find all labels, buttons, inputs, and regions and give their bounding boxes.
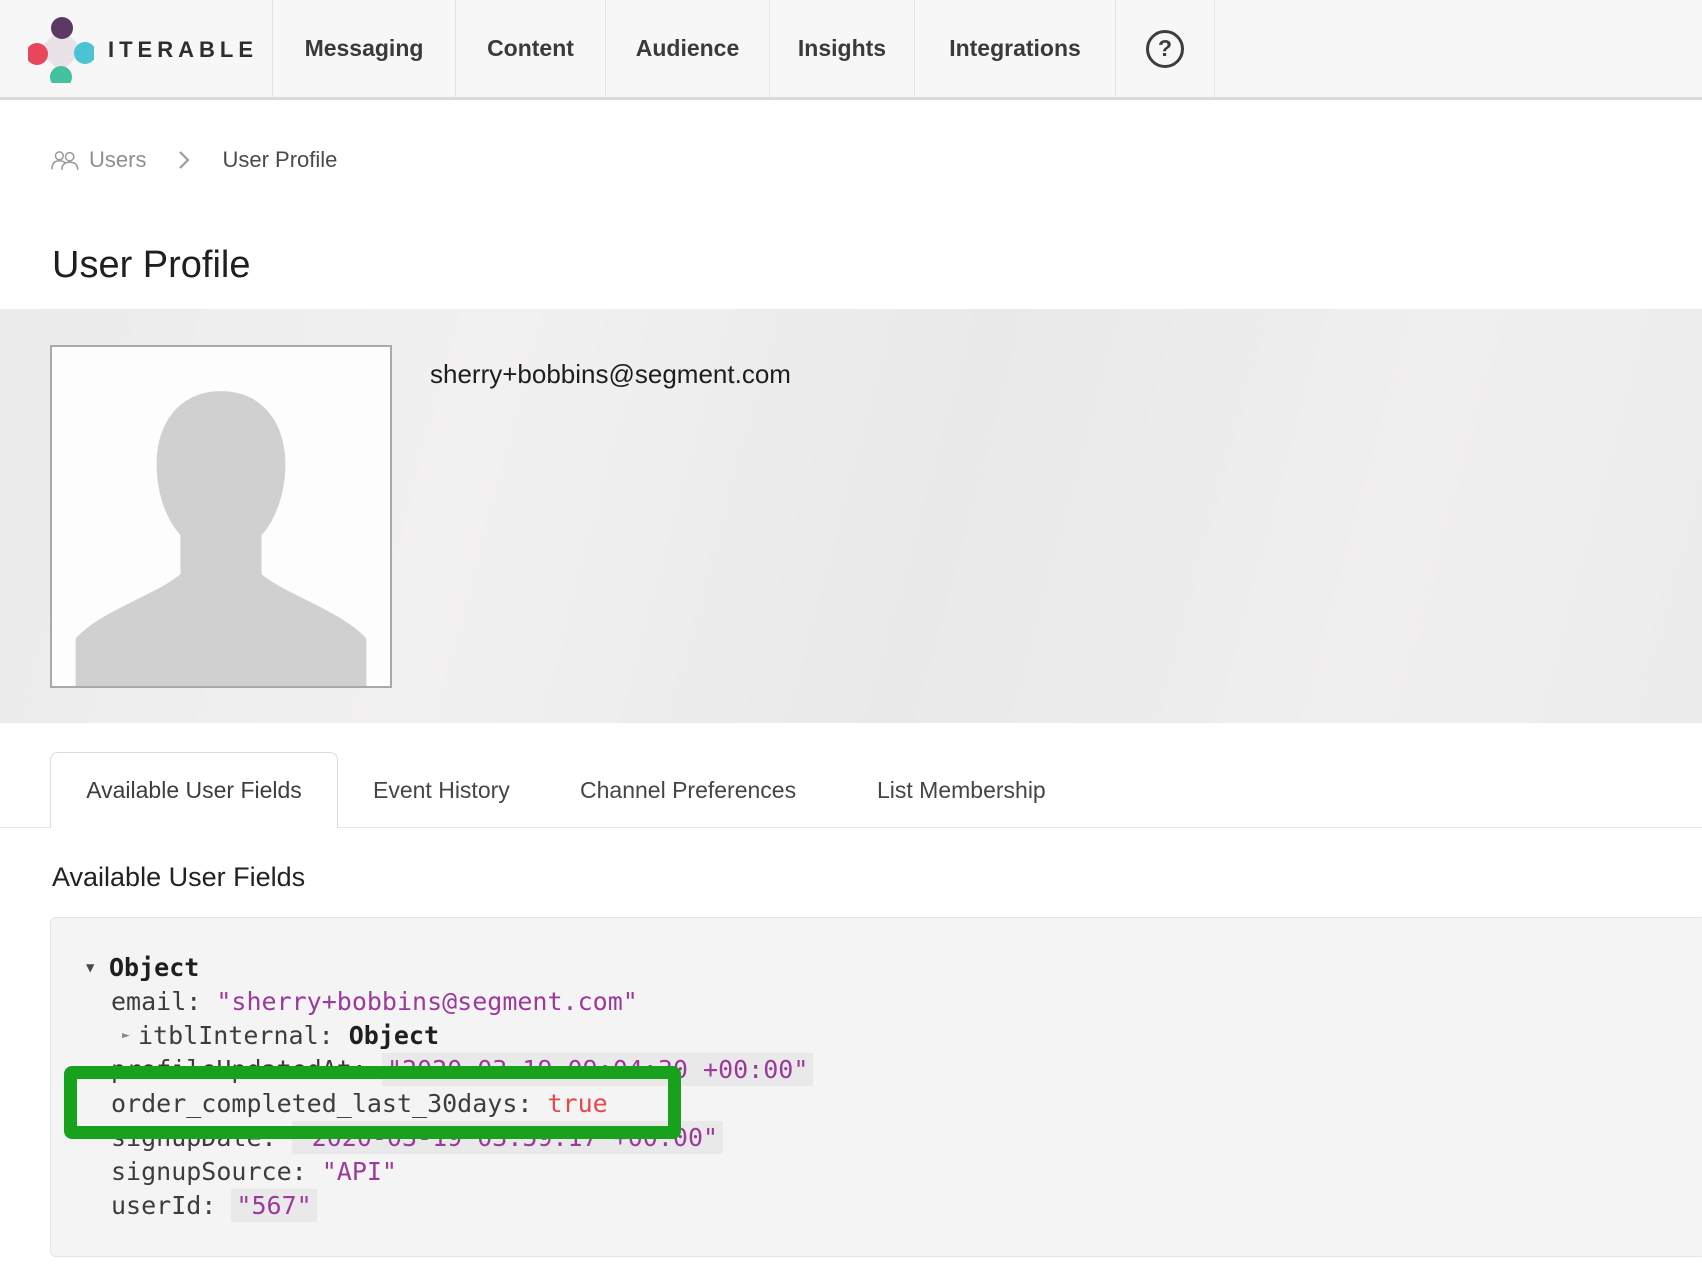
field-row: order_completed_last_30days: true (51, 1087, 1702, 1121)
breadcrumb-users-link[interactable]: Users (50, 147, 146, 173)
nav-item-audience[interactable]: Audience (605, 0, 769, 97)
field-key: email: (111, 987, 216, 1016)
section-heading: Available User Fields (52, 862, 305, 893)
nav-item-messaging[interactable]: Messaging (272, 0, 455, 97)
top-nav: ITERABLE MessagingContentAudienceInsight… (0, 0, 1702, 100)
field-key: itblInternal: (138, 1021, 349, 1050)
users-icon (50, 148, 80, 172)
field-key: profileUpdatedAt: (111, 1055, 382, 1084)
field-value: "2020-03-19 09:04:30 +00:00" (382, 1053, 813, 1086)
field-value: "sherry+bobbins@segment.com" (216, 987, 637, 1016)
expand-triangle-icon[interactable]: ► (122, 1019, 130, 1053)
profile-hero: sherry+bobbins@segment.com (0, 309, 1702, 723)
field-value: Object (349, 1021, 439, 1050)
field-value: true (548, 1089, 608, 1118)
field-key: order_completed_last_30days: (111, 1089, 548, 1118)
profile-email: sherry+bobbins@segment.com (430, 359, 791, 390)
tab-event-history[interactable]: Event History (373, 752, 510, 828)
help-button[interactable]: ? (1115, 0, 1215, 97)
brand-name: ITERABLE (108, 37, 258, 63)
field-key: Object (109, 953, 199, 982)
nav-item-insights[interactable]: Insights (769, 0, 914, 97)
field-row: profileUpdatedAt: "2020-03-19 09:04:30 +… (51, 1053, 1702, 1087)
breadcrumb-chevron-icon (178, 150, 190, 170)
user-fields-tree: ▼Objectemail: "sherry+bobbins@segment.co… (51, 951, 1702, 1256)
avatar (50, 345, 392, 688)
field-row: userId: "567" (51, 1189, 1702, 1223)
breadcrumb-users-label: Users (89, 147, 146, 173)
field-row: signupDate: "2020-03-19 03:59:17 +00:00" (51, 1121, 1702, 1155)
nav-item-content[interactable]: Content (455, 0, 605, 97)
nav-item-integrations[interactable]: Integrations (914, 0, 1115, 97)
tab-channel-preferences[interactable]: Channel Preferences (580, 752, 796, 828)
breadcrumb: Users User Profile (50, 138, 337, 182)
user-fields-viewer: ▼Objectemail: "sherry+bobbins@segment.co… (50, 917, 1702, 1257)
avatar-placeholder-icon (52, 347, 390, 686)
field-row: ▼ Object (51, 951, 1702, 985)
field-key: signupSource: (111, 1157, 322, 1186)
tab-list-membership[interactable]: List Membership (877, 752, 1046, 828)
iterable-logo[interactable]: ITERABLE (28, 0, 258, 100)
field-value: "API" (322, 1157, 397, 1186)
tab-available-user-fields[interactable]: Available User Fields (50, 752, 338, 828)
field-value: "2020-03-19 03:59:17 +00:00" (292, 1121, 723, 1154)
field-row: ► itblInternal: Object (51, 1019, 1702, 1053)
help-icon: ? (1146, 30, 1184, 68)
breadcrumb-current: User Profile (222, 147, 337, 173)
field-key: signupDate: (111, 1123, 292, 1152)
field-key: userId: (111, 1191, 231, 1220)
iterable-logo-icon (28, 17, 94, 83)
collapse-triangle-icon[interactable]: ▼ (86, 951, 94, 985)
field-row: email: "sherry+bobbins@segment.com" (51, 985, 1702, 1019)
profile-tabs: Available User Fields Event History Chann… (0, 752, 1702, 828)
field-value: "567" (231, 1189, 316, 1222)
field-row: signupSource: "API" (51, 1155, 1702, 1189)
page-title: User Profile (52, 244, 251, 287)
